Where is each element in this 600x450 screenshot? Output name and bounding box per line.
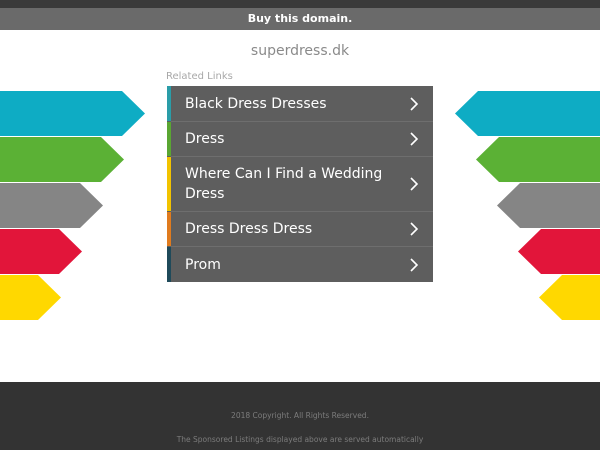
related-link-label: Dress [185, 131, 225, 147]
footer-copyright: 2018 Copyright. All Rights Reserved. [231, 411, 369, 420]
chevron-right-icon [410, 257, 419, 272]
left-arrow-stripe [0, 183, 103, 228]
left-arrow-stripe [0, 275, 61, 320]
related-link-label: Prom [185, 256, 221, 273]
left-arrow-stripe [0, 137, 124, 182]
right-arrow-stripes [455, 91, 600, 320]
page: Buy this domain. superdress.dk Related L… [0, 0, 600, 450]
right-arrow-stripe [518, 229, 600, 274]
related-link-label: Black Dress Dresses [185, 95, 327, 112]
right-arrow-stripe [455, 91, 600, 136]
related-link-label: Where Can I Find a Wedding Dress [185, 166, 383, 202]
related-link-label: Dress Dress Dress [185, 221, 313, 237]
right-arrow-stripe [476, 137, 600, 182]
chevron-right-icon [410, 177, 419, 191]
chevron-right-icon [410, 132, 419, 146]
footer-notice: The Sponsored Listings displayed above a… [176, 435, 424, 444]
domain-name: superdress.dk [250, 43, 350, 59]
related-link-dress-dress-dress[interactable]: Dress Dress Dress [167, 212, 433, 246]
chevron-right-icon [410, 222, 419, 236]
left-arrow-stripe [0, 229, 82, 274]
footer: 2018 Copyright. All Rights Reserved. The… [0, 382, 600, 450]
right-arrow-stripe [497, 183, 600, 228]
related-links-heading: Related Links [166, 71, 233, 82]
related-link-black-dress-dresses[interactable]: Black Dress Dresses [167, 86, 433, 121]
related-link-wedding-dress[interactable]: Where Can I Find a Wedding Dress [167, 157, 433, 211]
left-arrow-stripe [0, 91, 145, 136]
related-link-dress[interactable]: Dress [167, 122, 433, 156]
related-links-list: Black Dress Dresses Dress Where Can I Fi… [167, 86, 433, 282]
left-arrow-stripes [0, 91, 145, 320]
chevron-right-icon [410, 96, 419, 111]
related-link-prom[interactable]: Prom [167, 247, 433, 282]
right-arrow-stripe [539, 275, 600, 320]
